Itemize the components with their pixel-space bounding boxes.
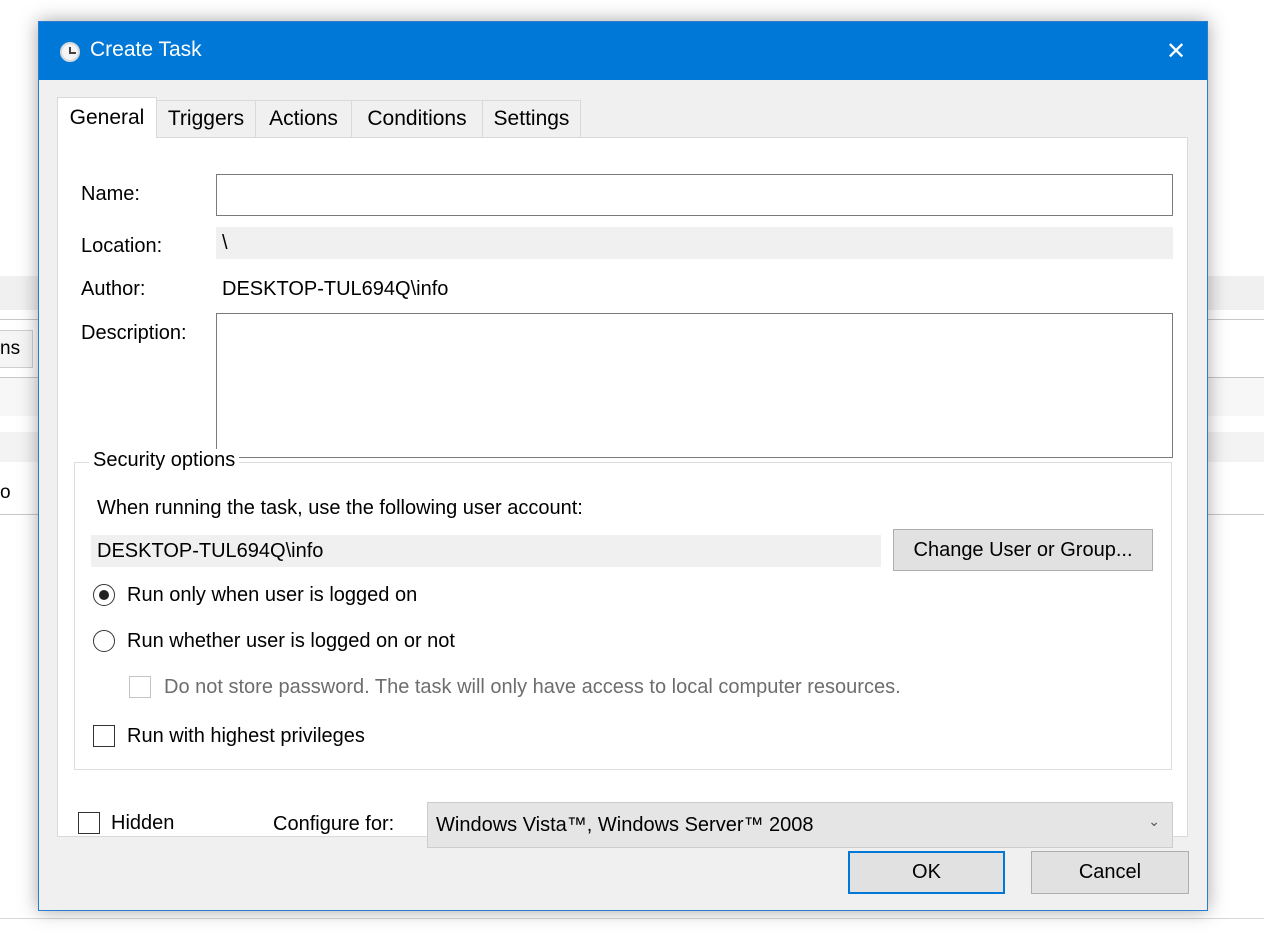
name-label: Name: <box>81 183 140 205</box>
tab-actions[interactable]: Actions <box>255 100 352 137</box>
run-whether-radio[interactable] <box>93 630 115 652</box>
name-input[interactable] <box>216 174 1173 216</box>
tab-label: Actions <box>269 107 338 130</box>
run-whether-label[interactable]: Run whether user is logged on or not <box>127 630 455 653</box>
author-value: DESKTOP-TUL694Q\info <box>222 278 449 300</box>
change-user-or-group-button[interactable]: Change User or Group... <box>893 529 1153 571</box>
user-account-value: DESKTOP-TUL694Q\info <box>91 535 881 567</box>
clock-icon <box>60 42 80 62</box>
configure-for-value: Windows Vista™, Windows Server™ 2008 <box>436 813 814 836</box>
dialog-title: Create Task <box>90 38 202 61</box>
button-label: OK <box>912 861 941 883</box>
configure-for-label: Configure for: <box>273 813 395 835</box>
close-icon: ✕ <box>1165 37 1187 65</box>
run-highest-privileges-label[interactable]: Run with highest privileges <box>127 725 365 748</box>
background-toolbar-left <box>0 276 38 310</box>
create-task-dialog: Create Task ✕ General Triggers Actions C… <box>38 21 1208 911</box>
location-label: Location: <box>81 235 163 257</box>
background-divider <box>1208 319 1264 320</box>
background-tab-label: ns <box>0 338 21 359</box>
title-bar[interactable]: Create Task ✕ <box>39 22 1207 80</box>
background-divider <box>0 319 38 320</box>
tab-triggers[interactable]: Triggers <box>156 100 256 137</box>
background-header-row <box>1208 378 1264 416</box>
run-highest-privileges-checkbox[interactable] <box>93 725 115 747</box>
general-panel: Name: Location: \ Author: DESKTOP-TUL694… <box>57 137 1188 848</box>
tab-conditions[interactable]: Conditions <box>351 100 483 137</box>
cancel-button[interactable]: Cancel <box>1031 851 1189 894</box>
do-not-store-password-checkbox[interactable] <box>129 676 151 698</box>
tab-label: General <box>69 106 145 129</box>
close-button[interactable]: ✕ <box>1145 22 1207 80</box>
background-bottom-border <box>0 918 1264 919</box>
description-input[interactable] <box>216 313 1173 458</box>
tab-general[interactable]: General <box>57 97 157 138</box>
background-header-row <box>0 378 38 416</box>
background-row-text: o <box>0 482 11 503</box>
tab-label: Conditions <box>367 107 467 130</box>
security-options-title: Security options <box>89 449 240 472</box>
tab-settings[interactable]: Settings <box>482 100 581 137</box>
tab-label: Triggers <box>167 107 245 130</box>
configure-for-dropdown[interactable]: Windows Vista™, Windows Server™ 2008 ⌄ <box>427 802 1173 848</box>
run-logged-on-label[interactable]: Run only when user is logged on <box>127 584 417 607</box>
hidden-checkbox[interactable] <box>78 812 100 834</box>
background-divider <box>1208 514 1264 515</box>
location-value: \ <box>216 227 1173 259</box>
chevron-down-icon: ⌄ <box>1148 813 1160 829</box>
description-label: Description: <box>81 322 187 344</box>
button-label: Cancel <box>1078 861 1142 883</box>
do-not-store-password-label[interactable]: Do not store password. The task will onl… <box>164 676 901 699</box>
background-divider <box>0 514 38 515</box>
background-row <box>1208 432 1264 462</box>
security-options-group: Security options When running the task, … <box>74 449 1172 770</box>
run-logged-on-radio[interactable] <box>93 584 115 606</box>
background-row <box>0 432 38 462</box>
background-toolbar-right <box>1208 276 1264 310</box>
button-label: Change User or Group... <box>913 538 1133 561</box>
ok-button[interactable]: OK <box>848 851 1005 894</box>
author-label: Author: <box>81 278 146 300</box>
hidden-label[interactable]: Hidden <box>111 812 174 835</box>
account-prompt: When running the task, use the following… <box>97 497 583 519</box>
tab-label: Settings <box>493 107 570 130</box>
